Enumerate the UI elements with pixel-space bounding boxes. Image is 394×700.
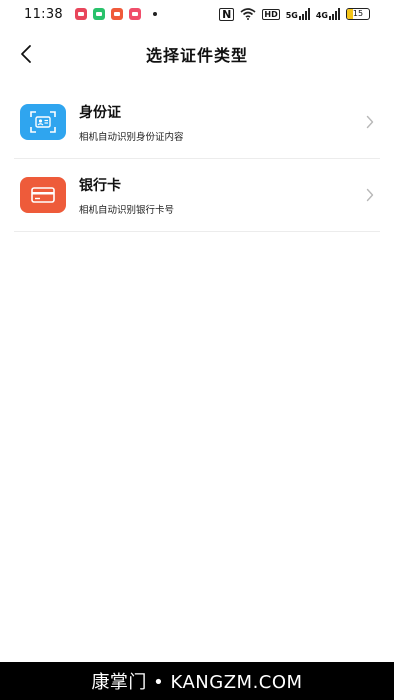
document-type-list: 身份证 相机自动识别身份证内容 银行卡 相机自动识别银行卡号 [14, 86, 380, 232]
signal-1-icon: 5G [286, 8, 310, 20]
status-bar-left: 11:38 [24, 7, 157, 22]
list-item-title: 身份证 [79, 104, 121, 121]
list-item-id-card[interactable]: 身份证 相机自动识别身份证内容 [14, 86, 380, 159]
status-time: 11:38 [24, 6, 63, 22]
chevron-right-icon [366, 188, 374, 202]
app-notification-icon [74, 8, 87, 20]
list-item-description: 相机自动识别银行卡号 [79, 204, 175, 216]
app-notification-icon [128, 8, 141, 20]
nfc-icon: N [219, 7, 235, 21]
bank-card-icon [20, 177, 66, 213]
watermark-footer: 康掌门 • KANGZM.COM [0, 662, 394, 700]
list-item-text: 身份证 相机自动识别身份证内容 [79, 102, 184, 143]
list-item-bank-card[interactable]: 银行卡 相机自动识别银行卡号 [14, 159, 380, 232]
battery-icon: 15 [346, 8, 370, 20]
signal-2-icon: 4G [316, 8, 340, 20]
nav-bar: 选择证件类型 [0, 32, 394, 76]
list-item-description: 相机自动识别身份证内容 [79, 131, 184, 143]
signal-2-label: 4G [315, 11, 328, 20]
app-notification-icon [110, 8, 123, 20]
chevron-right-icon [366, 115, 374, 129]
hd-voice-icon: HD [262, 8, 280, 20]
back-button[interactable] [12, 38, 40, 70]
chevron-left-icon [21, 45, 31, 63]
id-card-scan-icon [20, 104, 66, 140]
list-item-text: 银行卡 相机自动识别银行卡号 [79, 175, 174, 216]
app-notification-icon [92, 8, 105, 20]
more-notifications-dot-icon [152, 12, 157, 16]
battery-level: 15 [352, 9, 364, 18]
page-title: 选择证件类型 [145, 46, 248, 65]
signal-1-label: 5G [285, 11, 298, 20]
list-item-title: 银行卡 [79, 177, 121, 194]
status-bar-right: N HD 5G 4G 15 [219, 7, 370, 21]
watermark-text: 康掌门 • KANGZM.COM [91, 672, 303, 693]
battery-fill [347, 9, 353, 19]
wifi-icon [240, 8, 256, 20]
status-bar: 11:38 N HD 5G 4G 15 [0, 0, 394, 28]
